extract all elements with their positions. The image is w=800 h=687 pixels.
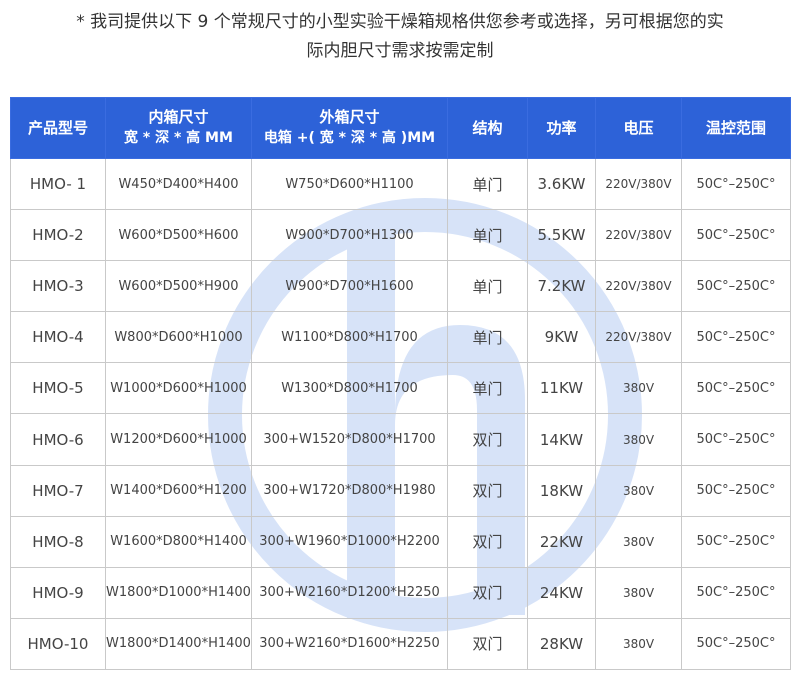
cell-temp: 50C°–250C°: [681, 311, 791, 364]
table-row: HMO-3 W600*D500*H900 W900*D700*H1600 单门 7.2K…: [10, 260, 791, 313]
table-row: HMO-5 W1000*D600*H1000 W1300*D800*H1700 单门 1…: [10, 362, 791, 415]
cell-temp: 50C°–250C°: [681, 209, 791, 262]
intro-text: * 我司提供以下 9 个常规尺寸的小型实验干燥箱规格供您参考或选择，另可根据您的…: [40, 8, 760, 66]
cell-structure: 单门: [447, 362, 528, 415]
cell-model: HMO-4: [10, 311, 106, 364]
cell-voltage: 380V: [595, 362, 682, 415]
cell-temp: 50C°–250C°: [681, 464, 791, 517]
cell-power: 5.5KW: [527, 209, 596, 262]
table-row: HMO-8 W1600*D800*H1400 300+W1960*D1000*H22…: [10, 515, 791, 568]
table-row: HMO- 1 W450*D400*H400 W750*D600*H1100 单门 3.6…: [10, 157, 791, 211]
cell-inner: W800*D600*H1000: [105, 311, 252, 364]
table-row: HMO-9 W1800*D1000*H1400 300+W2160*D1200*H2…: [10, 566, 791, 619]
cell-structure: 双门: [447, 515, 528, 568]
cell-model: HMO-7: [10, 464, 106, 517]
header-model: 产品型号: [10, 97, 106, 159]
cell-inner: W1600*D800*H1400: [105, 515, 252, 568]
table-row: HMO-6 W1200*D600*H1000 300+W1520*D800*H170…: [10, 413, 791, 466]
header-power: 功率: [527, 97, 596, 159]
header-voltage: 电压: [595, 97, 682, 159]
cell-temp: 50C°–250C°: [681, 566, 791, 619]
header-inner-title: 内箱尺寸: [148, 108, 209, 126]
cell-outer: W1300*D800*H1700: [251, 362, 448, 415]
cell-power: 24KW: [527, 566, 596, 619]
cell-model: HMO-10: [10, 617, 106, 671]
cell-structure: 双门: [447, 617, 528, 671]
spec-table: 产品型号 内箱尺寸 宽 * 深 * 高 MM 外箱尺寸 电箱 +( 宽 * 深 …: [10, 97, 791, 671]
cell-power: 7.2KW: [527, 260, 596, 313]
cell-model: HMO-8: [10, 515, 106, 568]
cell-temp: 50C°–250C°: [681, 362, 791, 415]
cell-power: 9KW: [527, 311, 596, 364]
table-row: HMO-10 W1800*D1400*H1400 300+W2160*D1600*H…: [10, 617, 791, 671]
table-row: HMO-2 W600*D500*H600 W900*D700*H1300 单门 5.5K…: [10, 209, 791, 262]
cell-structure: 单门: [447, 157, 528, 211]
header-structure: 结构: [447, 97, 528, 159]
cell-power: 11KW: [527, 362, 596, 415]
cell-outer: W900*D700*H1600: [251, 260, 448, 313]
cell-inner: W1200*D600*H1000: [105, 413, 252, 466]
cell-temp: 50C°–250C°: [681, 260, 791, 313]
cell-inner: W1000*D600*H1000: [105, 362, 252, 415]
cell-inner: W450*D400*H400: [105, 157, 252, 211]
header-outer-title: 外箱尺寸: [319, 108, 380, 126]
cell-voltage: 220V/380V: [595, 157, 682, 211]
cell-outer: 300+W1520*D800*H1700: [251, 413, 448, 466]
cell-model: HMO-5: [10, 362, 106, 415]
cell-voltage: 380V: [595, 617, 682, 671]
table-row: HMO-4 W800*D600*H1000 W1100*D800*H1700 单门 9K…: [10, 311, 791, 364]
cell-voltage: 220V/380V: [595, 311, 682, 364]
intro-line-2: 际内胆尺寸需求按需定制: [306, 41, 494, 61]
cell-power: 3.6KW: [527, 157, 596, 211]
cell-temp: 50C°–250C°: [681, 413, 791, 466]
cell-voltage: 380V: [595, 566, 682, 619]
cell-outer: 300+W2160*D1200*H2250: [251, 566, 448, 619]
cell-model: HMO-2: [10, 209, 106, 262]
cell-voltage: 220V/380V: [595, 260, 682, 313]
cell-power: 28KW: [527, 617, 596, 671]
cell-outer: 300+W2160*D1600*H2250: [251, 617, 448, 671]
cell-outer: W750*D600*H1100: [251, 157, 448, 211]
header-inner-size: 内箱尺寸 宽 * 深 * 高 MM: [105, 97, 252, 159]
header-inner-sub: 宽 * 深 * 高 MM: [124, 130, 233, 146]
cell-inner: W600*D500*H900: [105, 260, 252, 313]
cell-temp: 50C°–250C°: [681, 515, 791, 568]
cell-model: HMO-3: [10, 260, 106, 313]
cell-power: 14KW: [527, 413, 596, 466]
cell-structure: 单门: [447, 311, 528, 364]
cell-voltage: 380V: [595, 464, 682, 517]
cell-outer: W1100*D800*H1700: [251, 311, 448, 364]
cell-model: HMO-6: [10, 413, 106, 466]
intro-line-1: * 我司提供以下 9 个常规尺寸的小型实验干燥箱规格供您参考或选择，另可根据您的…: [76, 12, 724, 32]
cell-structure: 双门: [447, 413, 528, 466]
cell-inner: W600*D500*H600: [105, 209, 252, 262]
cell-outer: W900*D700*H1300: [251, 209, 448, 262]
cell-voltage: 380V: [595, 413, 682, 466]
cell-structure: 双门: [447, 464, 528, 517]
cell-temp: 50C°–250C°: [681, 617, 791, 671]
cell-structure: 双门: [447, 566, 528, 619]
cell-outer: 300+W1720*D800*H1980: [251, 464, 448, 517]
cell-voltage: 380V: [595, 515, 682, 568]
cell-model: HMO-9: [10, 566, 106, 619]
cell-power: 22KW: [527, 515, 596, 568]
header-temp: 温控范围: [681, 97, 791, 159]
cell-structure: 单门: [447, 260, 528, 313]
header-outer-sub: 电箱 +( 宽 * 深 * 高 )MM: [263, 130, 436, 146]
cell-inner: W1400*D600*H1200: [105, 464, 252, 517]
cell-model: HMO- 1: [10, 157, 106, 211]
table-row: HMO-7 W1400*D600*H1200 300+W1720*D800*H198…: [10, 464, 791, 517]
header-outer-size: 外箱尺寸 电箱 +( 宽 * 深 * 高 )MM: [251, 97, 448, 159]
cell-inner: W1800*D1400*H1400: [105, 617, 252, 671]
cell-voltage: 220V/380V: [595, 209, 682, 262]
cell-inner: W1800*D1000*H1400: [105, 566, 252, 619]
table-header-row: 产品型号 内箱尺寸 宽 * 深 * 高 MM 外箱尺寸 电箱 +( 宽 * 深 …: [10, 97, 791, 159]
cell-structure: 单门: [447, 209, 528, 262]
cell-temp: 50C°–250C°: [681, 157, 791, 211]
cell-outer: 300+W1960*D1000*H2200: [251, 515, 448, 568]
cell-power: 18KW: [527, 464, 596, 517]
